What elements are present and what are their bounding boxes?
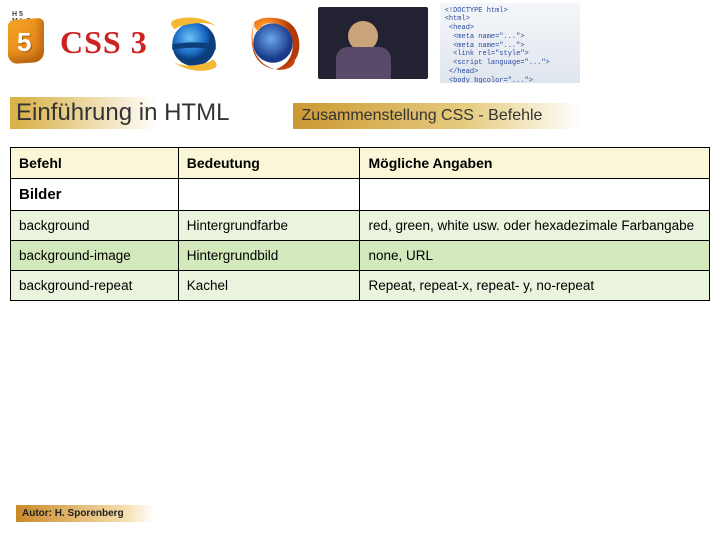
speaker-photo bbox=[318, 7, 428, 79]
html5-logo-icon: H5 MLS 5 bbox=[8, 13, 48, 73]
table-row: background-repeat Kachel Repeat, repeat-… bbox=[11, 271, 710, 301]
css3-brand-text: CSS 3 bbox=[60, 24, 148, 61]
page-subtitle: Zusammenstellung CSS - Befehle bbox=[293, 103, 582, 129]
header-meaning: Bedeutung bbox=[178, 148, 360, 179]
table-row: background-image Hintergrundbild none, U… bbox=[11, 241, 710, 271]
html-code-preview: <!DOCTYPE html> <html> <head> <meta name… bbox=[440, 3, 580, 83]
cell-command: background-repeat bbox=[11, 271, 179, 301]
table-section-row: Bilder bbox=[11, 179, 710, 211]
internet-explorer-icon bbox=[160, 9, 228, 77]
cell-meaning: Hintergrundbild bbox=[178, 241, 360, 271]
section-label: Bilder bbox=[11, 179, 179, 211]
title-bar: Einführung in HTML Zusammenstellung CSS … bbox=[0, 93, 720, 129]
cell-values: Repeat, repeat-x, repeat- y, no-repeat bbox=[360, 271, 710, 301]
firefox-icon bbox=[240, 10, 306, 76]
cell-values: red, green, white usw. oder hexadezimale… bbox=[360, 211, 710, 241]
header-values: Mögliche Angaben bbox=[360, 148, 710, 179]
table-row: background Hintergrundfarbe red, green, … bbox=[11, 211, 710, 241]
css-commands-table: Befehl Bedeutung Mögliche Angaben Bilder… bbox=[10, 147, 710, 301]
cell-meaning: Kachel bbox=[178, 271, 360, 301]
author-label: Autor: H. Sporenberg bbox=[16, 505, 154, 522]
cell-command: background-image bbox=[11, 241, 179, 271]
page-title: Einführung in HTML bbox=[10, 97, 279, 129]
header-logo-strip: H5 MLS 5 CSS 3 <!DOCTYPE html> <html> <h… bbox=[0, 0, 720, 85]
header-command: Befehl bbox=[11, 148, 179, 179]
table-header-row: Befehl Bedeutung Mögliche Angaben bbox=[11, 148, 710, 179]
cell-values: none, URL bbox=[360, 241, 710, 271]
cell-command: background bbox=[11, 211, 179, 241]
cell-meaning: Hintergrundfarbe bbox=[178, 211, 360, 241]
